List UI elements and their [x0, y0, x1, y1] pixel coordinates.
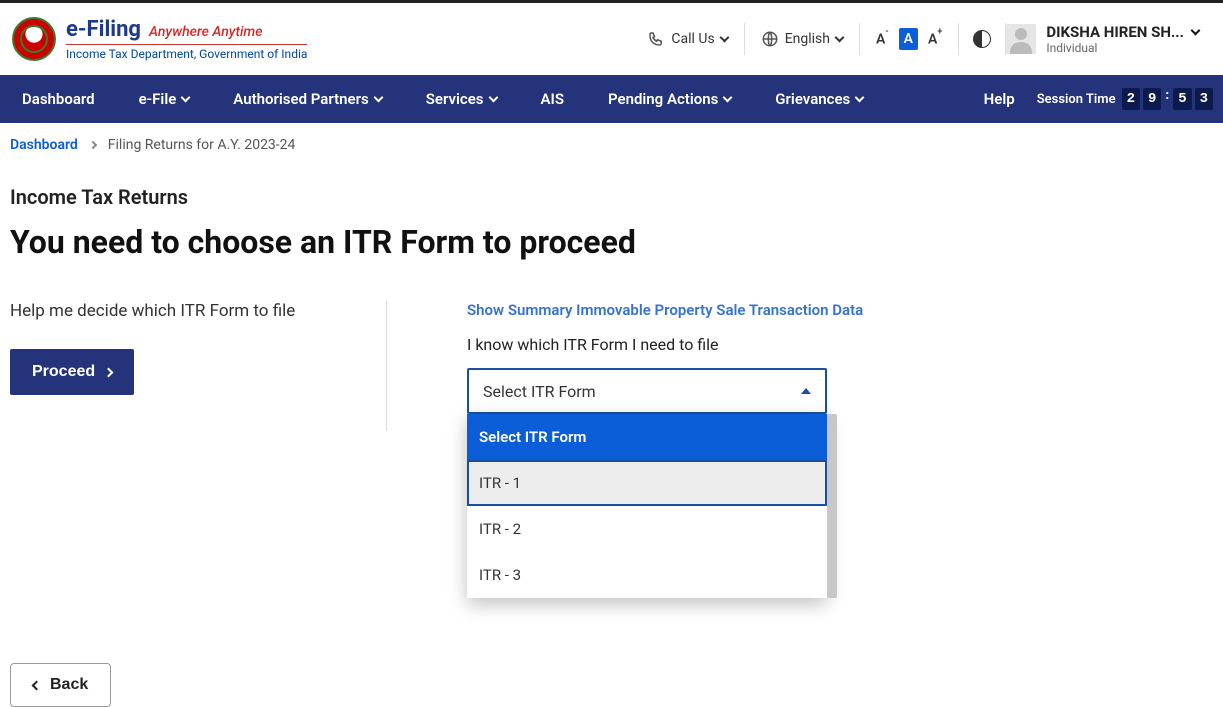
chevron-down-icon: [181, 93, 191, 103]
proceed-button[interactable]: Proceed: [10, 349, 134, 395]
itr-form-dropdown: Select ITR Form ITR - 1 ITR - 2 ITR - 3: [467, 414, 827, 598]
font-increase-button[interactable]: A+: [928, 31, 942, 48]
language-label: English: [785, 31, 830, 47]
dropdown-header: Select ITR Form: [467, 414, 827, 460]
user-type-label: Individual: [1046, 41, 1199, 55]
contrast-toggle-icon[interactable]: [973, 30, 991, 48]
chevron-left-icon: [32, 680, 42, 690]
language-menu[interactable]: English: [745, 20, 859, 58]
chevron-down-icon: [719, 33, 729, 43]
proceed-label: Proceed: [32, 363, 95, 381]
globe-icon: [761, 30, 779, 48]
caret-up-icon: [801, 388, 811, 394]
app-tagline: Anywhere Anytime: [149, 24, 263, 40]
show-summary-link[interactable]: Show Summary Immovable Property Sale Tra…: [467, 301, 1213, 319]
i-know-label: I know which ITR Form I need to file: [467, 335, 1213, 354]
select-value: Select ITR Form: [483, 382, 596, 401]
call-us-label: Call Us: [671, 31, 714, 47]
session-timer: Session Time 2 9 : 5 3: [1037, 88, 1223, 110]
chevron-down-icon: [723, 93, 733, 103]
chevron-down-icon: [855, 93, 865, 103]
chevron-down-icon: [373, 93, 383, 103]
dropdown-item-itr3[interactable]: ITR - 3: [467, 552, 827, 598]
phone-icon: [647, 30, 665, 48]
nav-dashboard[interactable]: Dashboard: [0, 75, 117, 123]
site-logo[interactable]: e-Filing Anywhere Anytime Income Tax Dep…: [12, 17, 307, 61]
call-us-menu[interactable]: Call Us: [631, 20, 743, 58]
nav-efile[interactable]: e-File: [117, 75, 212, 123]
page-title: You need to choose an ITR Form to procee…: [10, 223, 1213, 261]
chevron-down-icon: [1191, 26, 1201, 36]
font-decrease-button[interactable]: A-: [876, 31, 889, 48]
emblem-icon: [12, 17, 56, 61]
back-button[interactable]: Back: [10, 663, 111, 707]
help-me-text: Help me decide which ITR Form to file: [10, 301, 366, 321]
chevron-right-icon: [104, 367, 114, 377]
back-label: Back: [50, 676, 88, 694]
font-normal-button[interactable]: A: [899, 28, 918, 50]
nav-help[interactable]: Help: [962, 75, 1037, 123]
breadcrumb-dashboard[interactable]: Dashboard: [10, 137, 78, 153]
app-name: e-Filing: [66, 17, 141, 42]
nav-pending-actions[interactable]: Pending Actions: [586, 75, 753, 123]
dropdown-item-itr2[interactable]: ITR - 2: [467, 506, 827, 552]
breadcrumb-current: Filing Returns for A.Y. 2023-24: [108, 137, 296, 153]
nav-grievances[interactable]: Grievances: [753, 75, 885, 123]
user-name-label: DIKSHA HIREN SH...: [1046, 23, 1184, 41]
chevron-down-icon: [835, 33, 845, 43]
nav-ais[interactable]: AIS: [519, 75, 586, 123]
nav-authorised-partners[interactable]: Authorised Partners: [211, 75, 403, 123]
page-kicker: Income Tax Returns: [10, 185, 1213, 209]
app-subline: Income Tax Department, Government of Ind…: [66, 44, 307, 61]
user-menu[interactable]: DIKSHA HIREN SH... Individual: [1006, 23, 1207, 55]
chevron-right-icon: [89, 141, 97, 149]
dropdown-item-itr1[interactable]: ITR - 1: [467, 460, 827, 506]
itr-form-select[interactable]: Select ITR Form: [467, 368, 827, 414]
nav-services[interactable]: Services: [404, 75, 519, 123]
avatar-icon: [1006, 24, 1036, 54]
chevron-down-icon: [488, 93, 498, 103]
breadcrumb: Dashboard Filing Returns for A.Y. 2023-2…: [0, 123, 1223, 167]
